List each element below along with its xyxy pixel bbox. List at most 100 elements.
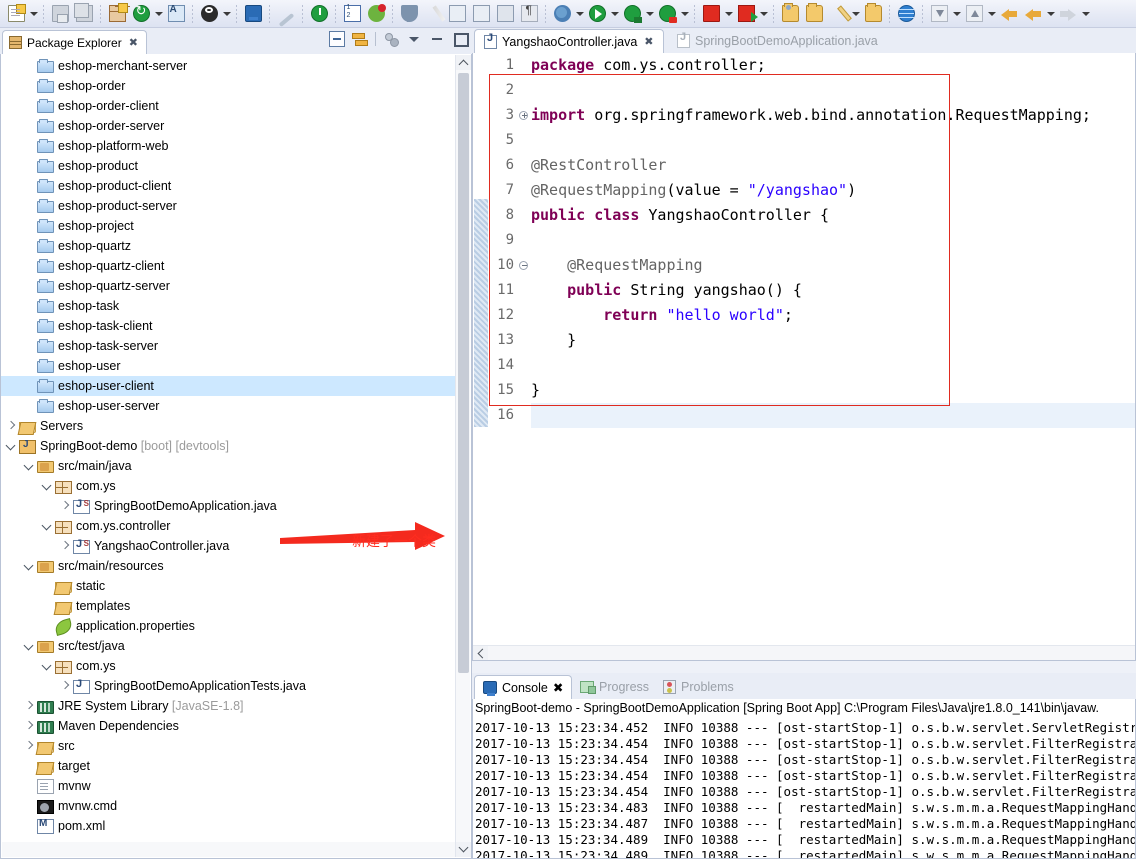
skip-breakpoints-button[interactable] <box>275 2 297 27</box>
previous-annotation-dropdown[interactable] <box>986 2 997 26</box>
view-filter-icon[interactable] <box>383 31 399 47</box>
view-menu-icon[interactable] <box>406 31 422 47</box>
annotation-ruler[interactable] <box>473 53 489 645</box>
run-configurations-button[interactable] <box>621 2 643 26</box>
pencil-button[interactable] <box>827 2 852 26</box>
tree-item-eshop-quartz-server[interactable]: eshop-quartz-server <box>1 276 456 296</box>
tree-item-jre-system-library[interactable]: JRE System Library [JavaSE-1.8] <box>1 696 456 716</box>
tree-item-com-ys[interactable]: com.ys <box>1 476 456 496</box>
tree-item-eshop-quartz[interactable]: eshop-quartz <box>1 236 456 256</box>
new-package-button[interactable] <box>106 2 128 26</box>
scroll-down-icon[interactable] <box>456 842 471 857</box>
back-button[interactable] <box>998 2 1020 26</box>
close-icon[interactable]: ✖ <box>644 35 653 48</box>
package-explorer-tree-container[interactable]: eshop-merchant-server eshop-order eshop-or… <box>0 54 472 859</box>
close-icon[interactable]: ✖ <box>129 36 138 49</box>
debug-dropdown[interactable] <box>574 2 585 26</box>
tree-item-eshop-task[interactable]: eshop-task <box>1 296 456 316</box>
tree-item-src-main-java[interactable]: src/main/java <box>1 456 456 476</box>
previous-annotation-button[interactable] <box>963 2 985 26</box>
tree-item-pom-xml[interactable]: pom.xml <box>1 816 456 836</box>
tree-item-springbootdemoapplication-java[interactable]: SpringBootDemoApplication.java <box>1 496 456 516</box>
code-line[interactable]: @RestController <box>531 153 666 178</box>
tree-item-static[interactable]: static <box>1 576 456 596</box>
chevron-down-icon[interactable] <box>39 478 55 494</box>
tree-item-eshop-quartz-client[interactable]: eshop-quartz-client <box>1 256 456 276</box>
fold-collapse-icon[interactable] <box>518 253 530 278</box>
new-document-button[interactable] <box>5 2 27 26</box>
terminate-server-button[interactable] <box>308 2 330 26</box>
tab-progress[interactable]: Progress <box>572 675 657 699</box>
open-resource-button[interactable] <box>803 2 825 26</box>
code-line[interactable]: @RequestMapping(value = "/yangshao") <box>531 178 856 203</box>
tab-problems[interactable]: Problems <box>655 675 742 699</box>
minimize-icon[interactable] <box>429 31 445 47</box>
chevron-down-icon[interactable] <box>21 638 37 654</box>
run-button[interactable] <box>586 2 608 26</box>
pencil-dropdown[interactable] <box>850 2 861 26</box>
tree-item-eshop-user[interactable]: eshop-user <box>1 356 456 376</box>
code-line[interactable]: package com.ys.controller; <box>531 53 766 78</box>
tree-item-eshop-product-client[interactable]: eshop-product-client <box>1 176 456 196</box>
new-document-dropdown[interactable] <box>28 2 39 26</box>
spring-boot-dashboard-button[interactable] <box>365 2 387 26</box>
code-editor[interactable]: 1 2 3 5 6 7 8 9 10 11 12 13 14 15 16 package com.ys.co… <box>472 53 1136 661</box>
collapse-all-icon[interactable] <box>329 31 345 47</box>
tree-item-eshop-product-server[interactable]: eshop-product-server <box>1 196 456 216</box>
scroll-left-icon[interactable] <box>473 646 488 660</box>
debug-config-button[interactable] <box>446 2 468 26</box>
brush-button[interactable] <box>422 2 446 26</box>
next-annotation-dropdown[interactable] <box>951 2 962 26</box>
tab-console[interactable]: Console ✖ <box>474 675 573 699</box>
close-icon[interactable]: ✖ <box>553 680 563 695</box>
code-line[interactable]: return "hello world"; <box>531 303 793 328</box>
save-button[interactable] <box>49 2 71 26</box>
fold-expand-icon[interactable] <box>518 103 530 128</box>
tree-horizontal-scrollbar[interactable] <box>2 842 455 857</box>
back-history-dropdown[interactable] <box>1045 2 1056 26</box>
user-account-dropdown[interactable] <box>221 2 232 26</box>
tree-item-mvnw[interactable]: mvnw <box>1 776 456 796</box>
open-folder-button[interactable] <box>862 2 884 26</box>
tree-item-eshop-merchant-server[interactable]: eshop-merchant-server <box>1 56 456 76</box>
console-output[interactable]: SpringBoot-demo - SpringBootDemoApplicat… <box>472 699 1136 859</box>
code-text-area[interactable]: package com.ys.controller; import org.spr… <box>531 53 1135 645</box>
profile-button[interactable] <box>398 2 420 26</box>
tree-vertical-scrollbar[interactable] <box>455 55 471 857</box>
scrollbar-thumb[interactable] <box>458 73 469 673</box>
tree-item-maven-dependencies[interactable]: Maven Dependencies <box>1 716 456 736</box>
chevron-down-icon[interactable] <box>39 518 55 534</box>
forward-dropdown[interactable] <box>1080 2 1091 26</box>
chevron-right-icon[interactable] <box>21 738 37 754</box>
stop-run-button[interactable] <box>735 2 758 26</box>
back-history-button[interactable] <box>1022 2 1044 26</box>
debug-button[interactable] <box>551 2 573 26</box>
tree-item-eshop-task-client[interactable]: eshop-task-client <box>1 316 456 336</box>
tree-item-src[interactable]: src <box>1 736 456 756</box>
chevron-right-icon[interactable] <box>21 718 37 734</box>
link-with-editor-icon[interactable] <box>352 31 368 47</box>
tab-yangshao-controller[interactable]: YangshaoController.java ✖ <box>474 29 664 53</box>
chevron-down-icon[interactable] <box>21 458 37 474</box>
save-all-button[interactable] <box>73 2 95 26</box>
user-account-button[interactable] <box>198 2 220 26</box>
stop-run-dropdown[interactable] <box>758 2 769 26</box>
tree-item-eshop-order-client[interactable]: eshop-order-client <box>1 96 456 116</box>
chevron-right-icon[interactable] <box>57 678 73 694</box>
maximize-icon[interactable] <box>452 31 469 47</box>
next-annotation-button[interactable] <box>928 2 950 26</box>
tree-item-com-ys[interactable]: com.ys <box>1 656 456 676</box>
chevron-right-icon[interactable] <box>21 698 37 714</box>
scroll-up-icon[interactable] <box>456 55 471 70</box>
open-type-button[interactable] <box>779 2 801 26</box>
tree-item-templates[interactable]: templates <box>1 596 456 616</box>
tree-item-mvnw-cmd[interactable]: mvnw.cmd <box>1 796 456 816</box>
code-line[interactable]: } <box>531 328 576 353</box>
new-java-project-button[interactable] <box>130 2 152 26</box>
chevron-right-icon[interactable] <box>3 418 19 434</box>
new-class-button[interactable] <box>165 2 187 26</box>
tree-item-src-test-java[interactable]: src/test/java <box>1 636 456 656</box>
chevron-right-icon[interactable] <box>57 498 73 514</box>
forward-button[interactable] <box>1057 2 1079 26</box>
line-numbers-button[interactable] <box>341 2 363 26</box>
